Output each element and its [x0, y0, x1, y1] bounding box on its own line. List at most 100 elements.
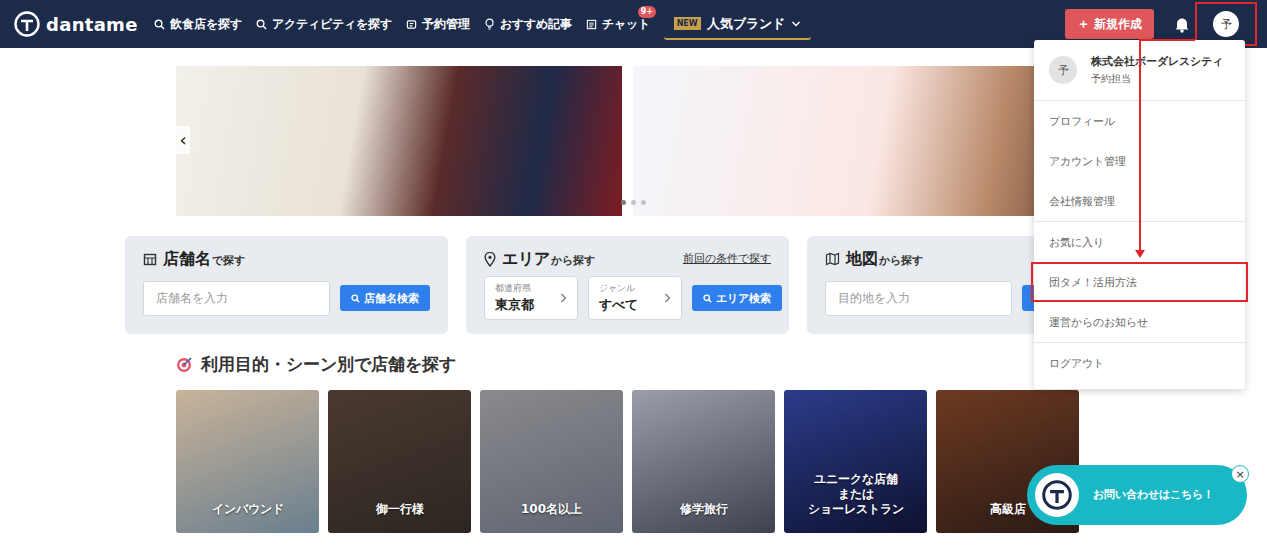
menu-user: 株式会社ボーダレスシティ予約担当: [1091, 55, 1223, 86]
map-icon: [825, 252, 840, 266]
contact-bubble[interactable]: お問い合わせはこちら！ ×: [1027, 465, 1247, 525]
chevron-right-icon: [664, 293, 671, 303]
bell-icon[interactable]: [1174, 16, 1190, 33]
select-value: すべて: [599, 297, 638, 314]
scene-tiles: インバウンド 御一行様 100名以上修学旅行 ユニークな店舗 または ショーレストラン…: [125, 390, 1142, 533]
card-title-main: 店舗名: [163, 249, 211, 270]
chat-badge: 9+: [638, 6, 656, 18]
main-nav: 飲食店を探すアクティビティを探す予約管理おすすめ記事9+チャットNEW人気ブラン…: [154, 9, 811, 40]
location-pin-icon: [484, 252, 496, 267]
scene-tile-label: 高級店: [990, 502, 1026, 517]
card-title-main: エリア: [502, 249, 550, 270]
nav-item[interactable]: アクティビティを探す: [256, 16, 392, 33]
user-role: 予約担当: [1091, 72, 1223, 86]
menu-item[interactable]: お気に入り: [1034, 222, 1245, 262]
menu-item[interactable]: ログアウト: [1034, 343, 1245, 383]
nav-icon-wrap: [484, 18, 495, 30]
nav-item[interactable]: 予約管理: [406, 16, 470, 33]
search-row: 店舗名で探す店舗名を入力店舗名検索 エリアから探す 前回の条件で探す都道府県東京都 ジ…: [125, 236, 1142, 334]
button-label: エリア検索: [716, 291, 771, 306]
card-title-suffix: で探す: [212, 253, 245, 268]
nav-label: 予約管理: [422, 16, 470, 33]
nav-icon-wrap: [154, 18, 165, 30]
store-name-search-button[interactable]: 店舗名検索: [340, 285, 430, 311]
store-icon: [143, 253, 157, 266]
brand-label: 人気ブランド: [707, 15, 785, 33]
destination-input[interactable]: 目的地を入力: [825, 281, 1012, 316]
carousel-prev-button[interactable]: ‹: [176, 126, 190, 154]
nav-label: 飲食店を探す: [170, 16, 242, 33]
popular-brand-menu[interactable]: NEW 人気ブランド: [664, 9, 811, 40]
search-icon: [154, 19, 165, 30]
carousel-dot[interactable]: [621, 200, 626, 205]
nav-icon-wrap: [406, 18, 417, 30]
target-icon: [176, 356, 193, 373]
scene-tile[interactable]: ユニークな店舗 または ショーレストラン: [784, 390, 927, 533]
carousel-dots: [621, 200, 646, 205]
contact-close-button[interactable]: ×: [1231, 465, 1249, 483]
nav-item[interactable]: 飲食店を探す: [154, 16, 242, 33]
select-text: 都道府県東京都: [495, 283, 534, 314]
menu-item[interactable]: 会社情報管理: [1034, 181, 1245, 221]
area-select[interactable]: 都道府県東京都: [484, 276, 578, 320]
create-button[interactable]: ＋新規作成: [1065, 9, 1154, 39]
ticket-icon: [406, 19, 417, 30]
scene-tile[interactable]: 修学旅行: [632, 390, 775, 533]
nav-icon-wrap: 9+: [586, 18, 597, 30]
select-label: 都道府県: [495, 283, 534, 295]
select-value: 東京都: [495, 297, 534, 314]
activity-banner[interactable]: [176, 66, 622, 216]
menu-item[interactable]: 団タメ！活用方法: [1034, 262, 1245, 302]
nav-label: アクティビティを探す: [272, 16, 392, 33]
nav-label: チャット: [602, 16, 650, 33]
create-label: 新規作成: [1094, 16, 1142, 33]
scene-tile[interactable]: 100名以上: [480, 390, 623, 533]
user-menu: 予株式会社ボーダレスシティ予約担当プロフィールアカウント管理会社情報管理お気に入…: [1034, 40, 1245, 389]
chevron-right-icon: [560, 293, 567, 303]
scene-tile[interactable]: 御一行様: [328, 390, 471, 533]
nav-item[interactable]: おすすめ記事: [484, 16, 572, 33]
scene-tile-label: ユニークな店舗 または ショーレストラン: [808, 472, 904, 517]
scene-title-text: 利用目的・シーン別で店舗を探す: [201, 353, 456, 376]
user-menu-header: 予株式会社ボーダレスシティ予約担当: [1034, 40, 1245, 100]
area-search-button[interactable]: エリア検索: [692, 285, 782, 311]
app: dantame飲食店を探すアクティビティを探す予約管理おすすめ記事9+チャットN…: [0, 0, 1267, 547]
nav-item[interactable]: 9+ チャット: [586, 16, 650, 33]
previous-conditions-link[interactable]: 前回の条件で探す: [683, 252, 771, 266]
select-label: ジャンル: [599, 283, 638, 295]
search-icon: [256, 19, 267, 30]
scene-tile-label: インバウンド: [212, 502, 284, 517]
scene-tile[interactable]: インバウンド: [176, 390, 319, 533]
logo[interactable]: dantame: [14, 11, 138, 37]
area-banner[interactable]: [633, 66, 1079, 216]
company-name: 株式会社ボーダレスシティ: [1091, 55, 1223, 69]
avatar: 予: [1213, 11, 1239, 37]
store-name-input[interactable]: 店舗名を入力: [143, 281, 330, 316]
logo-text: dantame: [46, 14, 138, 35]
logo-icon: [14, 11, 40, 37]
card-title-main: 地図: [846, 249, 878, 270]
nav-label: おすすめ記事: [500, 16, 572, 33]
menu-item[interactable]: プロフィール: [1034, 101, 1245, 141]
card-title-suffix: から探す: [551, 253, 595, 268]
search-icon: [351, 294, 360, 303]
carousel-dot[interactable]: [631, 200, 636, 205]
menu-avatar: 予: [1049, 56, 1077, 84]
scene-section-title: 利用目的・シーン別で店舗を探す: [125, 352, 1142, 376]
carousel-dot[interactable]: [641, 200, 646, 205]
chevron-down-icon: [791, 20, 801, 28]
search-icon: [703, 294, 712, 303]
menu-group: ログアウト: [1034, 342, 1245, 383]
logo-icon: [1042, 480, 1072, 510]
scene-tile-label: 御一行様: [376, 502, 424, 517]
bulb-icon: [484, 18, 495, 30]
menu-item[interactable]: アカウント管理: [1034, 141, 1245, 181]
card-body: 店舗名を入力店舗名検索: [143, 276, 430, 320]
contact-label: お問い合わせはこちら！: [1093, 488, 1214, 502]
scene-tile-label: 修学旅行: [680, 502, 728, 517]
menu-item[interactable]: 運営からのお知らせ: [1034, 302, 1245, 342]
main-content: ‹ 店舗名で探す店舗名を入力店舗名検索 エリアから探す 前回の条件で探す都道府県東京都…: [125, 66, 1142, 533]
area-select[interactable]: ジャンルすべて: [588, 276, 682, 320]
new-tag: NEW: [674, 17, 701, 30]
plus-icon: ＋: [1077, 15, 1090, 33]
